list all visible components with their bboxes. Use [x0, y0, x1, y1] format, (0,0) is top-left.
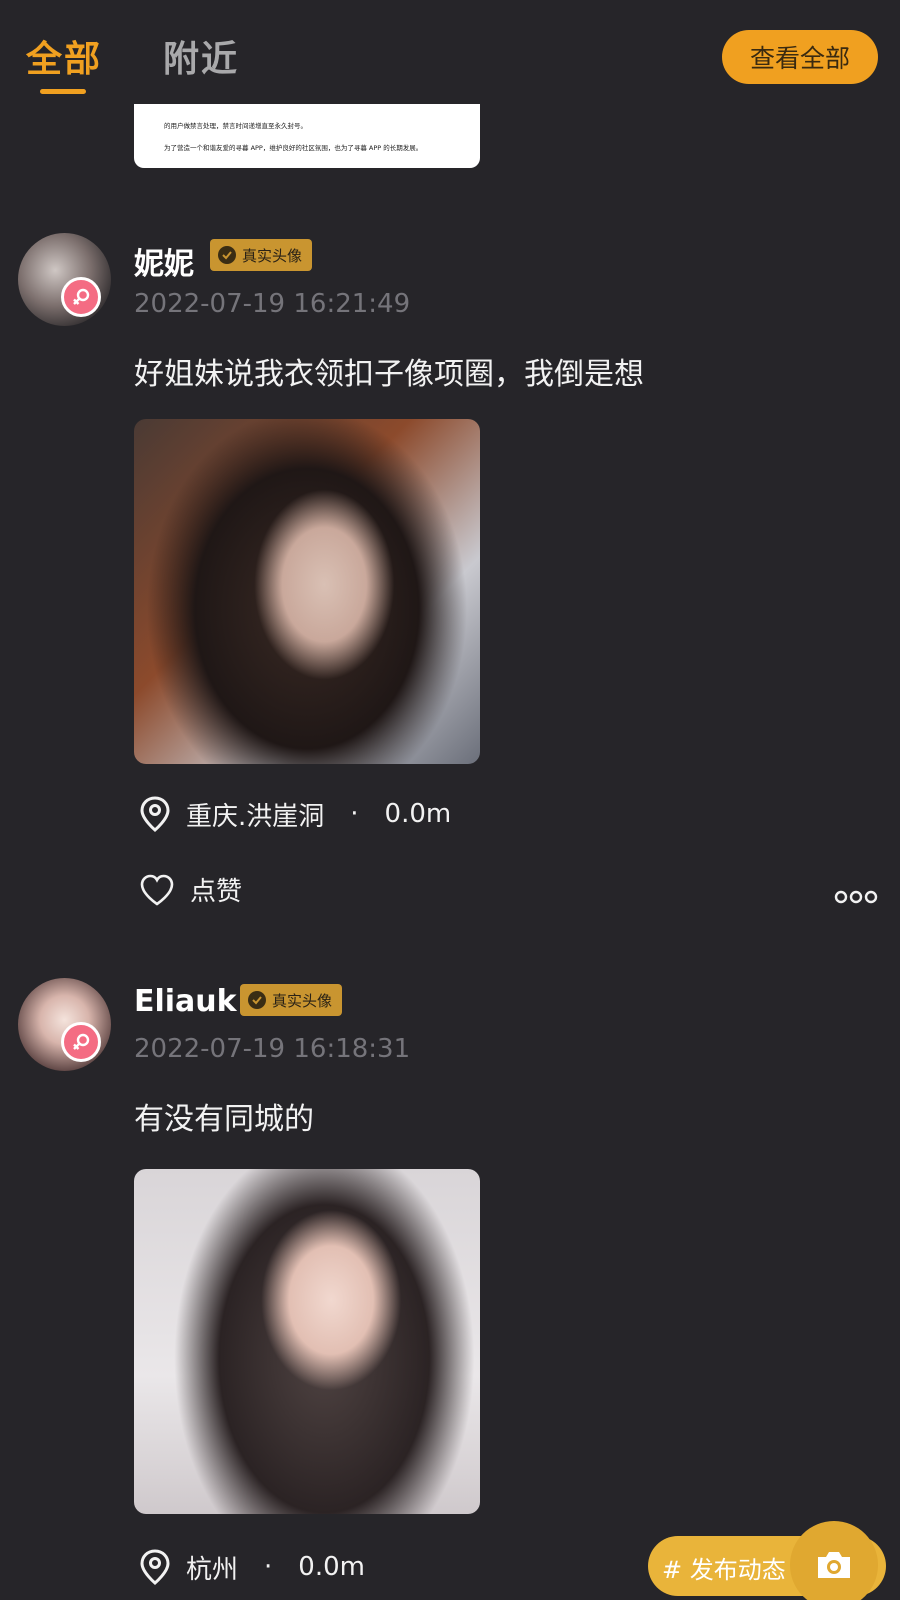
avatar[interactable]: [18, 978, 111, 1071]
top-tab-bar: 全部 附近 查看全部: [0, 0, 900, 110]
location-name: 重庆.洪崖洞: [186, 801, 325, 832]
location-name: 杭州: [186, 1554, 239, 1585]
more-dots-icon[interactable]: [834, 889, 878, 905]
like-label: 点赞: [190, 877, 243, 907]
camera-button[interactable]: [790, 1521, 878, 1600]
tab-all[interactable]: 全部: [26, 30, 102, 82]
post-photo[interactable]: [134, 1169, 480, 1514]
camera-icon: [818, 1552, 850, 1578]
distance: 0.0m: [298, 1552, 365, 1582]
verified-badge: 真实头像: [240, 984, 343, 1016]
notice-line: 为了营造一个和谐友爱的寻暮 APP，维护良好的社区氛围，也为了寻暮 APP 的长…: [164, 144, 423, 152]
post-timestamp: 2022-07-19 16:21:49: [134, 289, 411, 319]
feed-post: 妮妮 真实头像 2022-07-19 16:21:49 好姐妹说我衣领扣子像项圈…: [0, 233, 900, 913]
female-icon: [61, 1022, 101, 1062]
username[interactable]: Eliauk: [134, 984, 237, 1019]
notice-image[interactable]: 的用户做禁言处理，禁言时间递增直至永久封号。 为了营造一个和谐友爱的寻暮 APP…: [134, 104, 480, 168]
username[interactable]: 妮妮: [134, 239, 194, 283]
verified-check-icon: [248, 991, 266, 1009]
post-location[interactable]: 杭州 · 0.0m: [138, 1548, 365, 1586]
verified-label: 真实头像: [242, 246, 303, 265]
verified-badge: 真实头像: [210, 239, 313, 271]
heart-icon: [140, 874, 174, 906]
post-text: 好姐妹说我衣领扣子像项圈，我倒是想: [134, 357, 644, 392]
verified-label: 真实头像: [272, 991, 333, 1010]
post-location[interactable]: 重庆.洪崖洞 · 0.0m: [138, 795, 451, 833]
tab-nearby[interactable]: 附近: [163, 30, 239, 82]
verified-check-icon: [218, 246, 236, 264]
post-text: 有没有同城的: [134, 1102, 314, 1137]
avatar[interactable]: [18, 233, 111, 326]
female-icon: [61, 277, 101, 317]
feed-post: Eliauk 真实头像 2022-07-19 16:18:31 有没有同城的 杭…: [0, 978, 900, 1598]
post-timestamp: 2022-07-19 16:18:31: [134, 1034, 411, 1064]
view-all-button[interactable]: 查看全部: [722, 30, 878, 84]
separator: ·: [350, 799, 359, 829]
separator: ·: [264, 1552, 273, 1582]
location-pin-icon: [140, 1549, 170, 1585]
notice-line: 的用户做禁言处理，禁言时间递增直至永久封号。: [164, 122, 307, 130]
publish-label: # 发布动态: [662, 1556, 786, 1584]
distance: 0.0m: [384, 799, 452, 829]
post-photo[interactable]: [134, 419, 480, 764]
active-tab-indicator: [40, 89, 86, 94]
like-button[interactable]: 点赞: [138, 871, 242, 908]
location-pin-icon: [140, 796, 170, 832]
